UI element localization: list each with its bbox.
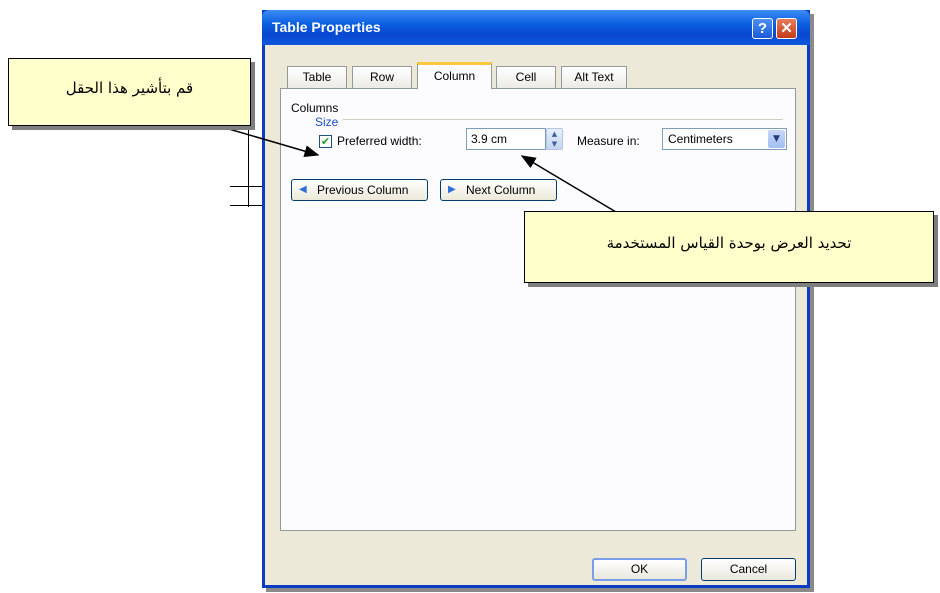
ok-label: OK bbox=[630, 562, 649, 576]
close-icon: ✕ bbox=[780, 20, 793, 37]
cancel-label: Cancel bbox=[729, 562, 768, 576]
columns-section-label: Columns bbox=[291, 101, 339, 115]
document-rule bbox=[230, 205, 262, 206]
dialog-title: Table Properties bbox=[272, 19, 381, 35]
tab-label: Row bbox=[369, 70, 394, 84]
ok-button[interactable]: OK bbox=[592, 558, 687, 581]
right-callout-text: تحديد العرض بوحدة القياس المستخدمة bbox=[606, 234, 852, 252]
spin-up-icon[interactable]: ▲ bbox=[552, 130, 557, 138]
arrow-left-icon: ◀ bbox=[299, 184, 307, 195]
measure-in-label: Measure in: bbox=[577, 134, 640, 148]
help-button[interactable]: ? bbox=[752, 18, 773, 39]
previous-column-button[interactable]: ◀ Previous Column bbox=[291, 179, 428, 201]
preferred-width-value: 3.9 cm bbox=[471, 132, 508, 146]
tab-label: Table bbox=[302, 70, 332, 84]
measure-in-value: Centimeters bbox=[668, 132, 733, 146]
chevron-down-icon[interactable]: ▼ bbox=[768, 130, 785, 148]
next-column-button[interactable]: ▶ Next Column bbox=[440, 179, 557, 201]
preferred-width-label: Preferred width: bbox=[337, 134, 422, 148]
tab-table[interactable]: Table bbox=[287, 66, 347, 88]
table-properties-dialog: Table Properties ? ✕ Table Row Column Ce… bbox=[262, 10, 810, 588]
tab-alt-text[interactable]: Alt Text bbox=[561, 66, 627, 88]
measure-in-select[interactable]: Centimeters ▼ bbox=[662, 128, 787, 150]
help-icon: ? bbox=[757, 20, 768, 37]
title-bar[interactable]: Table Properties ? ✕ bbox=[262, 10, 810, 45]
tab-cell[interactable]: Cell bbox=[496, 66, 556, 88]
document-rule bbox=[230, 186, 262, 187]
checkmark-icon: ✔ bbox=[320, 135, 331, 148]
right-callout: تحديد العرض بوحدة القياس المستخدمة bbox=[524, 211, 934, 283]
arrow-right-icon: ▶ bbox=[448, 184, 456, 195]
left-callout: قم بتأشير هذا الحقل bbox=[8, 58, 251, 126]
previous-column-label: Previous Column bbox=[317, 183, 409, 197]
close-button[interactable]: ✕ bbox=[776, 18, 797, 39]
tab-label: Cell bbox=[515, 70, 537, 84]
tab-label: Alt Text bbox=[574, 70, 614, 84]
tab-column[interactable]: Column bbox=[417, 62, 492, 89]
dialog-body: Table Row Column Cell Alt Text Columns S… bbox=[265, 45, 807, 585]
group-divider bbox=[343, 119, 783, 120]
tab-row[interactable]: Row bbox=[352, 66, 412, 88]
next-column-label: Next Column bbox=[466, 183, 536, 197]
cancel-button[interactable]: Cancel bbox=[701, 558, 796, 581]
spin-down-icon[interactable]: ▼ bbox=[552, 140, 557, 148]
tab-label: Column bbox=[433, 69, 476, 83]
size-group-label: Size bbox=[315, 115, 339, 129]
preferred-width-checkbox[interactable]: ✔ bbox=[319, 135, 332, 148]
column-tab-panel: Columns Size ✔ Preferred width: 3.9 cm ▲… bbox=[280, 88, 796, 531]
left-callout-text: قم بتأشير هذا الحقل bbox=[65, 79, 194, 97]
width-spinner[interactable]: ▲ ▼ bbox=[546, 128, 563, 150]
preferred-width-input[interactable]: 3.9 cm bbox=[466, 128, 546, 150]
